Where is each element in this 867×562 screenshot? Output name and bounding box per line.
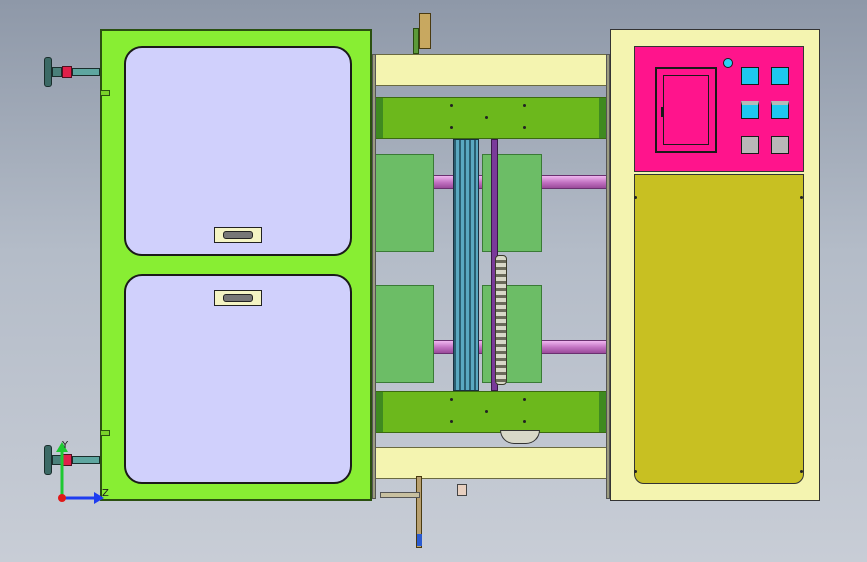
button-gray-1[interactable] — [741, 136, 759, 154]
y-axis-label: Y — [62, 440, 69, 451]
button-cyan-2[interactable] — [771, 67, 789, 85]
guide-bars[interactable] — [453, 139, 479, 391]
rail-top[interactable] — [374, 54, 610, 86]
door-frame-notch-bottom — [100, 430, 110, 436]
pad-upper-left[interactable] — [374, 154, 434, 252]
cabinet-window[interactable] — [655, 67, 717, 153]
window-latch-icon — [661, 107, 664, 117]
frame-column-left — [372, 54, 376, 499]
control-panel[interactable] — [634, 46, 804, 172]
door-frame-notch-top — [100, 90, 110, 96]
sprocket[interactable] — [500, 430, 540, 444]
chain-teeth — [495, 255, 507, 385]
top-bracket[interactable] — [419, 13, 431, 49]
handle-lower[interactable] — [214, 290, 262, 306]
top-bracket-base — [413, 28, 419, 54]
small-sensor[interactable] — [457, 484, 467, 496]
button-cyan-1[interactable] — [741, 67, 759, 85]
beam-bottom[interactable] — [374, 391, 608, 433]
button-cyan-4[interactable] — [771, 101, 789, 119]
sensor-bracket — [380, 492, 420, 498]
cabinet-door[interactable] — [634, 174, 804, 484]
button-gray-2[interactable] — [771, 136, 789, 154]
sensor-rod-tip — [417, 534, 422, 546]
pad-lower-left[interactable] — [374, 285, 434, 383]
cad-viewport[interactable]: Y Z — [0, 0, 867, 562]
handle-upper[interactable] — [214, 227, 262, 243]
rail-bottom[interactable] — [374, 447, 610, 479]
beam-top[interactable] — [374, 97, 608, 139]
button-cyan-3[interactable] — [741, 101, 759, 119]
door-panel-upper[interactable] — [124, 46, 352, 256]
origin-dot — [58, 494, 66, 502]
z-axis-label: Z — [102, 488, 109, 499]
indicator-light — [723, 58, 733, 68]
